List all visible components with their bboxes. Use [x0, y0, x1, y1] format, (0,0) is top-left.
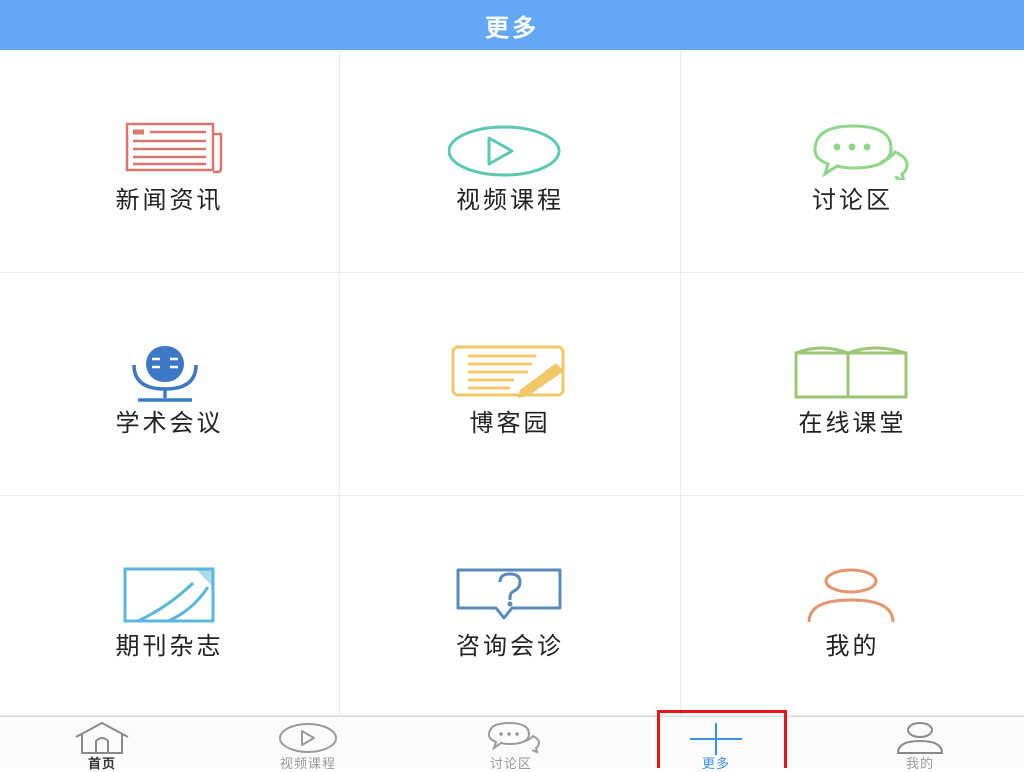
tab-label: 讨论区	[489, 757, 532, 772]
open-book-icon	[791, 343, 915, 403]
grid-item-news[interactable]: 新闻资讯	[0, 50, 340, 273]
grid-item-label: 在线课堂	[798, 409, 907, 437]
grid-item-label: 新闻资讯	[115, 186, 224, 214]
page-title: 更多	[485, 13, 539, 42]
chat-bubbles-icon	[481, 721, 541, 755]
grid-item-label: 视频课程	[456, 186, 564, 214]
tab-more[interactable]: 更多	[656, 717, 776, 772]
plus-icon	[686, 721, 746, 755]
magazine-icon	[108, 566, 232, 626]
person-icon	[791, 566, 915, 626]
tab-video-courses[interactable]: 视频课程	[248, 717, 368, 772]
chat-bubbles-icon	[791, 120, 915, 180]
notepad-pencil-icon	[448, 343, 572, 403]
home-icon	[72, 721, 132, 755]
tab-label: 我的	[905, 757, 934, 772]
grid-item-video-courses[interactable]: 视频课程	[340, 50, 681, 273]
play-circle-icon	[278, 721, 338, 755]
grid-item-discussion[interactable]: 讨论区	[681, 50, 1024, 273]
tab-mine[interactable]: 我的	[860, 717, 980, 772]
bottom-tab-bar: 首页 视频课程 讨论区 更多 我的	[0, 716, 1024, 772]
grid-item-online-classroom[interactable]: 在线课堂	[681, 273, 1024, 496]
grid-item-academic-conference[interactable]: 学术会议	[0, 273, 340, 496]
person-icon	[890, 721, 950, 755]
grid-item-journals[interactable]: 期刊杂志	[0, 496, 340, 716]
grid-item-mine[interactable]: 我的	[681, 496, 1024, 716]
grid-item-label: 讨论区	[812, 186, 893, 214]
microphone-icon	[108, 343, 232, 403]
tab-label: 更多	[701, 757, 730, 772]
grid-item-label: 期刊杂志	[115, 632, 224, 660]
grid-item-label: 咨询会诊	[456, 632, 564, 660]
question-bubble-icon	[448, 566, 572, 626]
tab-label: 首页	[87, 757, 116, 772]
tab-home[interactable]: 首页	[42, 717, 162, 772]
grid-item-label: 博客园	[469, 409, 551, 437]
grid-item-label: 我的	[825, 632, 880, 660]
header-bar: 更多	[0, 0, 1024, 50]
newspaper-icon	[108, 120, 232, 180]
grid-item-label: 学术会议	[115, 409, 224, 437]
grid-item-blog[interactable]: 博客园	[340, 273, 681, 496]
tab-discussion[interactable]: 讨论区	[451, 717, 571, 772]
feature-grid: 新闻资讯 视频课程 讨论区 学术会议 博客园 在线课堂 期刊杂志 咨询会诊 我的	[0, 50, 1024, 716]
grid-item-consultation[interactable]: 咨询会诊	[340, 496, 681, 716]
tab-label: 视频课程	[279, 757, 336, 772]
play-circle-icon	[448, 120, 572, 180]
